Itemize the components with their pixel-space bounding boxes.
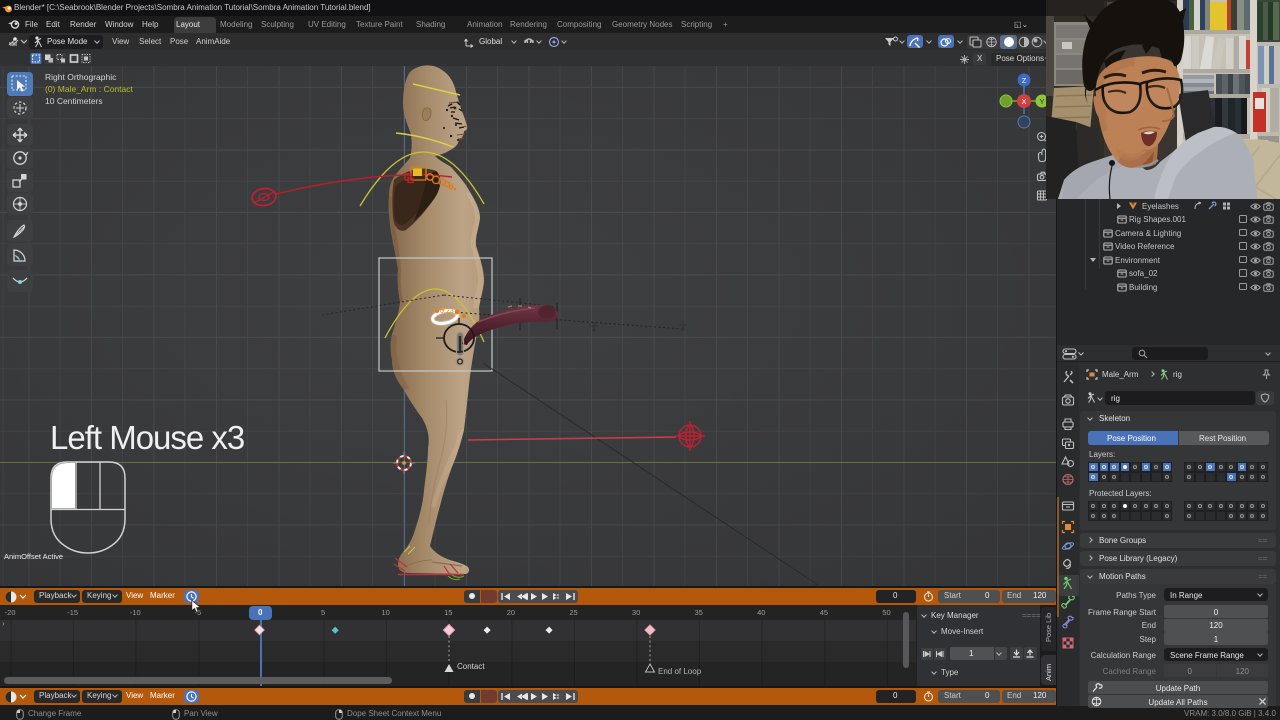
svg-text:›: ›: [2, 619, 5, 628]
svg-text:End of Loop: End of Loop: [658, 667, 702, 676]
svg-text:0.23: 0.23: [440, 308, 454, 315]
svg-text:Contact: Contact: [457, 662, 485, 671]
